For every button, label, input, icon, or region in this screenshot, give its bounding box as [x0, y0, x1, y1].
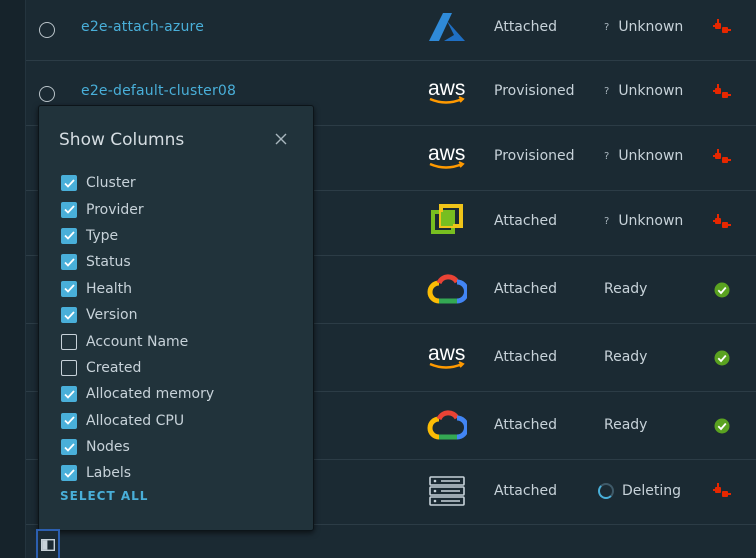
google-cloud-icon [426, 273, 468, 305]
column-option-status[interactable]: Status [61, 249, 214, 275]
columns-icon [41, 538, 55, 551]
checkbox-checked[interactable] [61, 227, 77, 244]
vsphere-icon [426, 204, 468, 236]
cluster-status-label: Unknown [618, 148, 684, 164]
checkbox-checked[interactable] [61, 201, 77, 218]
column-option-label: Cluster [86, 175, 136, 192]
column-option-health[interactable]: Health [61, 276, 214, 302]
checkbox-checked[interactable] [61, 412, 77, 429]
checkbox-checked[interactable] [61, 465, 77, 482]
cluster-status-label: Ready [604, 349, 648, 365]
cluster-name-link[interactable]: e2e-default-cluster08 [81, 83, 236, 99]
unknown-status-icon: ? [604, 85, 610, 97]
disconnected-plug-icon [713, 483, 731, 501]
loading-spinner-icon [598, 483, 614, 499]
server-icon [426, 475, 468, 507]
column-option-label: Version [86, 307, 138, 324]
column-option-label: Provider [86, 201, 144, 218]
column-option-allocated-cpu[interactable]: Allocated CPU [61, 408, 214, 434]
cluster-status-label: Deleting [622, 483, 682, 499]
column-option-label: Allocated CPU [86, 412, 185, 429]
unknown-status-icon: ? [604, 215, 610, 227]
cluster-type: Attached [494, 349, 557, 365]
checkbox-unchecked[interactable] [61, 333, 77, 350]
cluster-type: Attached [494, 213, 557, 229]
healthy-check-icon [713, 281, 731, 299]
healthy-check-icon [713, 417, 731, 435]
close-icon[interactable] [275, 130, 289, 145]
unknown-status-icon: ? [604, 150, 610, 162]
select-all-button[interactable]: SELECT ALL [60, 489, 148, 503]
cluster-status: Ready [604, 349, 647, 365]
left-nav-strip [0, 0, 26, 558]
cluster-type: Provisioned [494, 83, 575, 99]
cluster-status-label: Ready [604, 417, 648, 433]
cluster-status-label: Unknown [618, 19, 684, 35]
checkbox-checked[interactable] [61, 175, 77, 192]
column-option-version[interactable]: Version [61, 302, 214, 328]
table-row: e2e-attach-azure Attached ? Unknown [26, 0, 756, 61]
cluster-status: Ready [604, 281, 647, 297]
cluster-status: ? Unknown [604, 213, 683, 229]
cluster-status-label: Unknown [618, 83, 684, 99]
column-toggle-button[interactable] [36, 529, 60, 558]
column-option-label: Account Name [86, 333, 189, 350]
checkbox-checked[interactable] [61, 439, 77, 456]
column-option-label: Labels [86, 465, 132, 482]
column-options-list: Cluster Provider Type Status Health Vers… [61, 170, 214, 487]
azure-icon [426, 11, 468, 43]
checkbox-checked[interactable] [61, 280, 77, 297]
cluster-status: Deleting [598, 483, 682, 499]
checkbox-checked[interactable] [61, 307, 77, 324]
checkbox-checked[interactable] [61, 254, 77, 271]
column-option-account-name[interactable]: Account Name [61, 328, 214, 354]
disconnected-plug-icon [713, 19, 731, 37]
cluster-status: ? Unknown [604, 19, 683, 35]
cluster-name-link[interactable]: e2e-attach-azure [81, 19, 204, 35]
cluster-type: Attached [494, 417, 557, 433]
column-option-allocated-memory[interactable]: Allocated memory [61, 381, 214, 407]
column-option-provider[interactable]: Provider [61, 196, 214, 222]
cluster-type: Attached [494, 483, 557, 499]
column-option-label: Type [86, 227, 119, 244]
aws-icon: aws [426, 340, 468, 372]
aws-icon: aws [426, 140, 468, 172]
column-option-label: Health [86, 280, 132, 297]
cluster-status-label: Unknown [618, 213, 684, 229]
disconnected-plug-icon [713, 149, 731, 167]
google-cloud-icon [426, 409, 468, 441]
cluster-status: ? Unknown [604, 148, 683, 164]
show-columns-popover: Show Columns Cluster Provider Type Statu… [38, 105, 314, 531]
column-option-created[interactable]: Created [61, 355, 214, 381]
checkbox-unchecked[interactable] [61, 359, 77, 376]
row-select-radio[interactable] [39, 86, 55, 102]
healthy-check-icon [713, 349, 731, 367]
cluster-type: Attached [494, 281, 557, 297]
unknown-status-icon: ? [604, 21, 610, 33]
popover-title: Show Columns [59, 130, 185, 150]
row-select-radio[interactable] [39, 22, 55, 38]
column-option-label: Created [86, 359, 142, 376]
column-option-type[interactable]: Type [61, 223, 214, 249]
cluster-type: Attached [494, 19, 557, 35]
aws-icon: aws [426, 75, 468, 107]
disconnected-plug-icon [713, 84, 731, 102]
column-option-label: Allocated memory [86, 386, 215, 403]
column-option-nodes[interactable]: Nodes [61, 434, 214, 460]
column-option-cluster[interactable]: Cluster [61, 170, 214, 196]
cluster-status: ? Unknown [604, 83, 683, 99]
column-option-label: Nodes [86, 439, 130, 456]
checkbox-checked[interactable] [61, 386, 77, 403]
column-option-labels[interactable]: Labels [61, 460, 214, 486]
cluster-type: Provisioned [494, 148, 575, 164]
cluster-status-label: Ready [604, 281, 648, 297]
disconnected-plug-icon [713, 214, 731, 232]
column-option-label: Status [86, 254, 131, 271]
cluster-status: Ready [604, 417, 647, 433]
